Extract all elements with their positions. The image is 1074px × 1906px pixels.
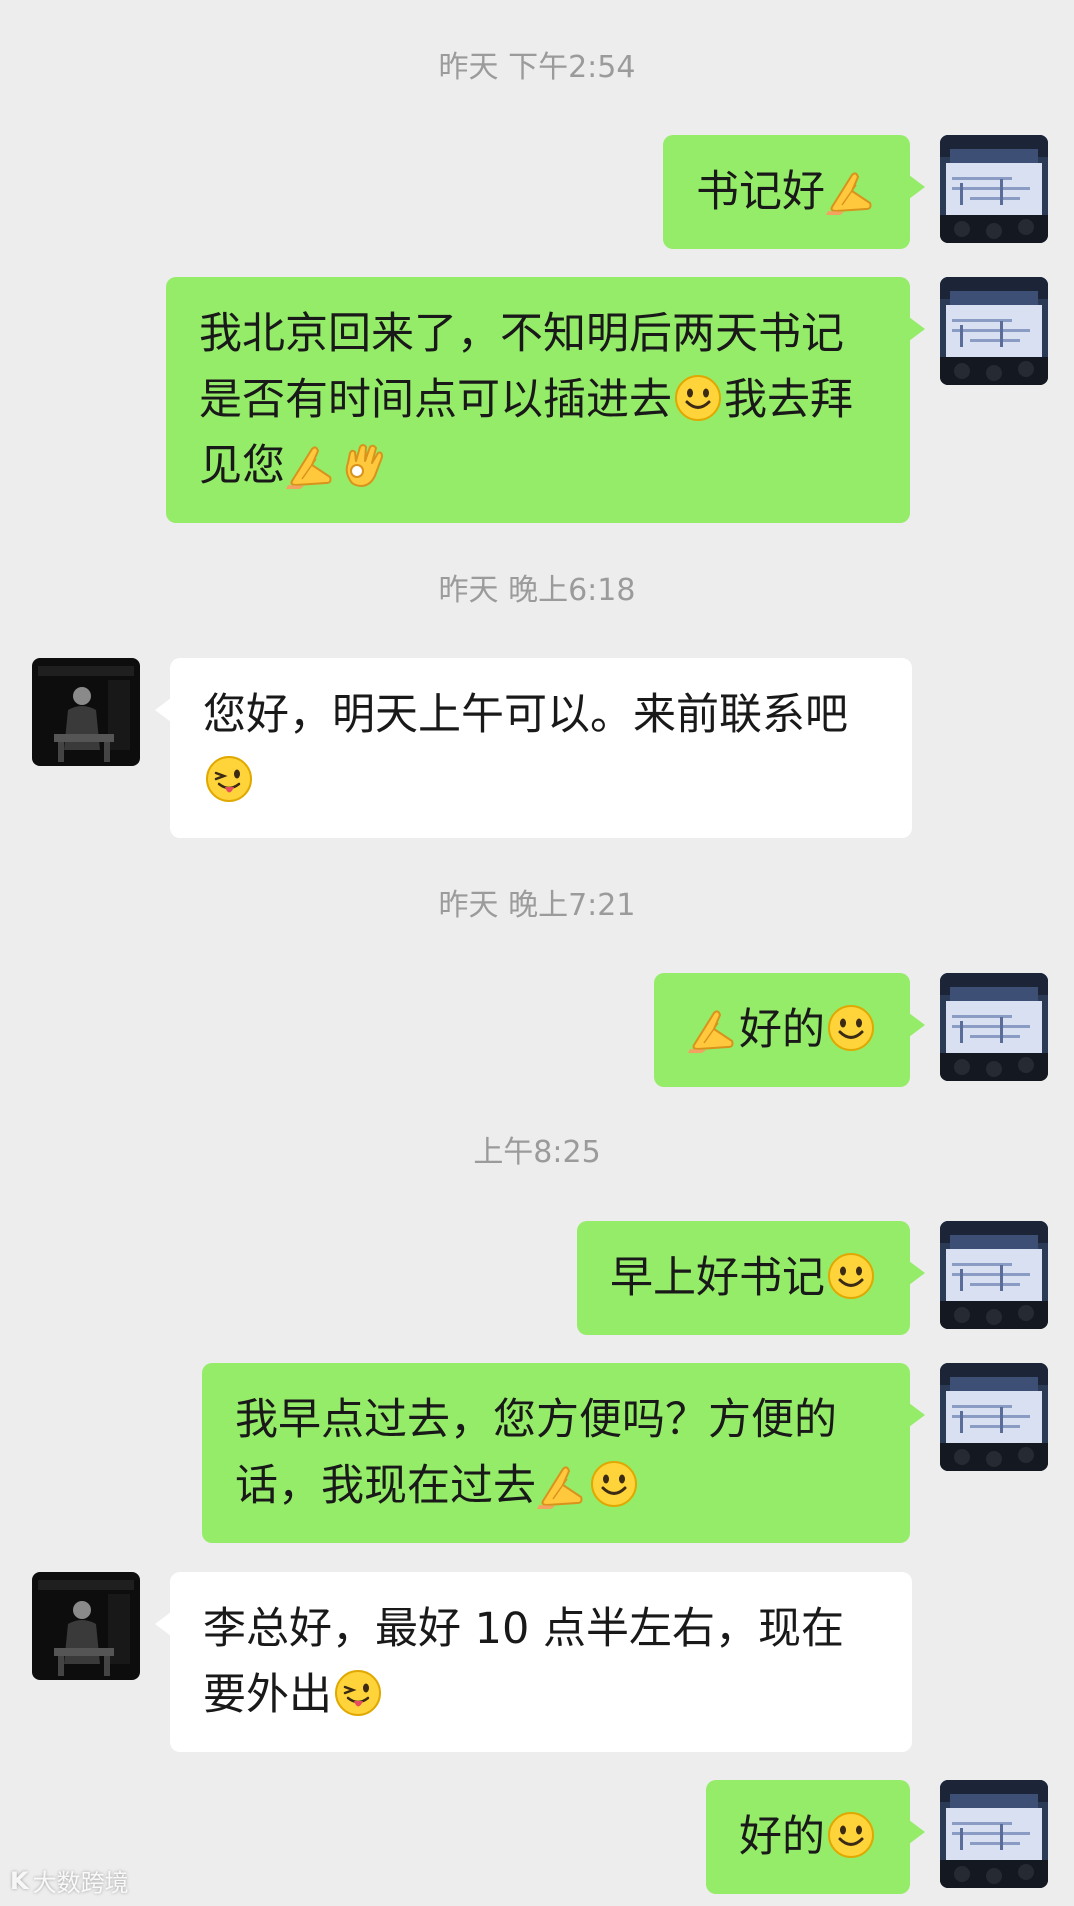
message-bubble-outgoing[interactable]: 好的: [654, 973, 925, 1087]
my-avatar[interactable]: [940, 277, 1048, 385]
message-text: 书记好: [696, 167, 825, 217]
smile-icon: [826, 1251, 876, 1301]
message-text: 早上好书记: [610, 1253, 825, 1303]
pray-icon: [688, 1003, 738, 1053]
ok-hand-icon: [338, 439, 388, 489]
watermark-text: 大数跨境: [32, 1869, 129, 1897]
message-text: 您好，明天上午可以。来前联系吧: [203, 690, 848, 740]
smile-icon: [673, 373, 723, 423]
my-avatar[interactable]: [940, 1363, 1048, 1471]
timestamp: 昨天 晚上7:21: [438, 888, 636, 923]
timestamp: 上午8:25: [473, 1135, 601, 1170]
pray-icon: [826, 165, 876, 215]
watermark: K 大数跨境: [10, 1863, 129, 1898]
contact-avatar[interactable]: [32, 658, 140, 766]
smile-icon: [826, 1003, 876, 1053]
contact-avatar[interactable]: [32, 1572, 140, 1680]
chat-window: 昨天 下午2:54 书记好 我北京回来了，不知明后两天书记是否有时间点可以插进去…: [0, 0, 1074, 1906]
watermark-logo: K: [10, 1866, 29, 1895]
smile-icon: [826, 1810, 876, 1860]
timestamp: 昨天 下午2:54: [438, 50, 636, 85]
message-bubble-outgoing[interactable]: 我北京回来了，不知明后两天书记是否有时间点可以插进去 我去拜见您: [166, 277, 925, 523]
timestamp: 昨天 晚上6:18: [438, 573, 636, 608]
pray-icon: [286, 439, 336, 489]
wink-tongue-icon: [204, 754, 254, 804]
my-avatar[interactable]: [940, 973, 1048, 1081]
my-avatar[interactable]: [940, 135, 1048, 243]
message-bubble-outgoing[interactable]: 书记好: [663, 135, 925, 249]
message-bubble-outgoing[interactable]: 早上好书记: [577, 1221, 925, 1335]
wink-tongue-icon: [333, 1668, 383, 1718]
smile-icon: [589, 1459, 639, 1509]
message-bubble-outgoing[interactable]: 好的: [706, 1780, 925, 1894]
message-text: 好的: [739, 1812, 825, 1862]
message-text: 我早点过去，您方便吗？方便的话，我现在过去: [235, 1395, 837, 1511]
my-avatar[interactable]: [940, 1780, 1048, 1888]
message-bubble-incoming[interactable]: 您好，明天上午可以。来前联系吧: [155, 658, 912, 838]
message-text: 好的: [739, 1005, 825, 1055]
message-text: 李总好，最好 10 点半左右，现在要外出: [203, 1604, 845, 1720]
pray-icon: [537, 1459, 587, 1509]
message-bubble-incoming[interactable]: 李总好，最好 10 点半左右，现在要外出: [155, 1572, 912, 1752]
message-bubble-outgoing[interactable]: 我早点过去，您方便吗？方便的话，我现在过去: [202, 1363, 925, 1543]
my-avatar[interactable]: [940, 1221, 1048, 1329]
